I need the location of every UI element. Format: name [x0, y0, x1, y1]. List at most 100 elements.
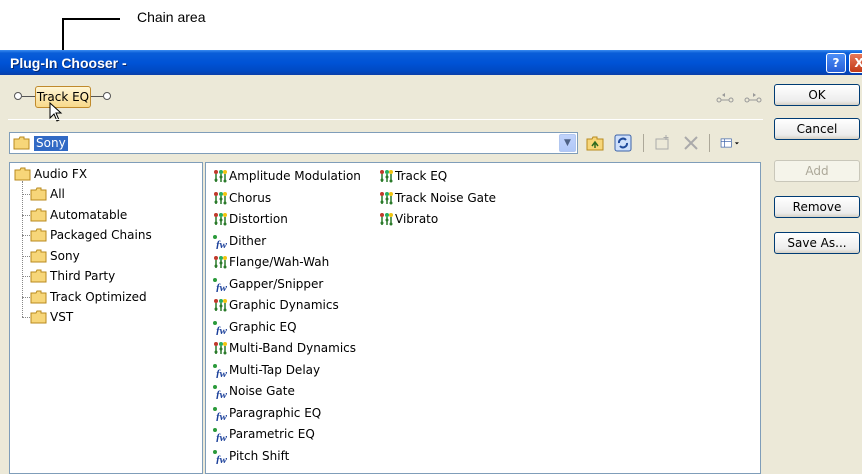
fx-plugin-icon: fw [212, 449, 228, 466]
plugin-name: Graphic Dynamics [229, 298, 339, 312]
tree-item-label: Third Party [50, 269, 116, 283]
folder-tree[interactable]: Audio FX All Automatable Packaged Chains… [9, 162, 203, 474]
plugin-name: Pitch Shift [229, 448, 290, 463]
fx-plugin-icon: fw [212, 234, 228, 251]
plugin-chooser-window: Plug-In Chooser - ? X Track EQ Sony ▼ OK… [0, 50, 862, 474]
plugin-name: Vibrato [395, 212, 439, 226]
folder-icon [30, 290, 47, 304]
sony-plugin-icon [212, 255, 228, 270]
chain-plugin-track-eq[interactable]: Track EQ [35, 86, 91, 108]
plugin-name: Noise Gate [229, 384, 295, 398]
plugin-name: Dither [229, 233, 267, 248]
remove-button[interactable]: Remove [774, 196, 860, 218]
fx-plugin-icon: fw [212, 320, 228, 337]
help-button[interactable]: ? [826, 53, 846, 73]
tree-item-label: Sony [50, 249, 80, 263]
tree-item-label: Automatable [50, 208, 128, 222]
chain-input-node-icon [14, 92, 22, 100]
fx-plugin-icon: fw [212, 384, 228, 401]
callout-leader-horizontal [62, 18, 120, 20]
close-button[interactable]: X [849, 53, 862, 73]
plugin-name: Parametric EQ [229, 427, 315, 441]
plugin-list[interactable]: Amplitude Modulation Chorus Distortion fw Di… [205, 162, 761, 474]
tree-item-automatable[interactable]: Automatable [30, 206, 200, 224]
chain-separator [8, 119, 763, 120]
chevron-down-icon[interactable]: ▼ [559, 134, 576, 152]
chain-wire [91, 96, 103, 97]
fx-plugin-icon: fw [212, 277, 228, 294]
add-button[interactable]: Add [774, 160, 860, 182]
plugin-name: Flange/Wah-Wah [229, 255, 330, 269]
tree-item-label: Track Optimized [50, 290, 147, 304]
chain-wire [22, 96, 35, 97]
svg-text:fw: fw [216, 389, 228, 399]
tree-guide-tick [22, 256, 30, 257]
folder-icon [30, 228, 47, 242]
tree-item-audio-fx[interactable]: Audio FX [14, 165, 194, 183]
sony-plugin-icon [212, 191, 228, 206]
tree-item-packaged-chains[interactable]: Packaged Chains [30, 226, 200, 244]
folder-icon [30, 310, 47, 324]
new-folder-icon[interactable] [652, 132, 674, 154]
tree-item-all[interactable]: All [30, 185, 200, 203]
refresh-icon[interactable] [612, 132, 634, 154]
tree-item-third-party[interactable]: Third Party [30, 267, 200, 285]
plugin-name: Distortion [229, 212, 288, 226]
plugin-name: Paragraphic EQ [229, 405, 322, 420]
toolbar-separator [643, 134, 644, 152]
tree-guide-tick [22, 276, 30, 277]
tree-guide-tick [22, 297, 30, 298]
tree-item-label: All [50, 187, 65, 201]
mouse-pointer-icon [49, 102, 63, 122]
tree-guide-tick [22, 215, 30, 216]
plugin-name: Multi-Tap Delay [229, 362, 321, 377]
plugin-name: Amplitude Modulation [229, 169, 361, 183]
sony-plugin-icon [378, 169, 394, 184]
up-one-level-icon[interactable] [584, 132, 606, 154]
delete-icon[interactable] [680, 132, 702, 154]
folder-open-icon [30, 249, 47, 263]
tree-item-label: VST [50, 310, 74, 324]
tree-guide-tick [22, 235, 30, 236]
sony-plugin-icon [212, 169, 228, 184]
svg-text:fw: fw [216, 239, 228, 249]
tree-item-sony[interactable]: Sony [30, 247, 200, 265]
svg-text:fw: fw [216, 411, 228, 421]
plugin-name: Gapper/Snipper [229, 276, 324, 291]
tree-guide-tick [22, 194, 30, 195]
tree-item-label: Packaged Chains [50, 228, 152, 242]
folder-icon [13, 136, 30, 150]
folder-path-combobox[interactable]: Sony ▼ [9, 132, 578, 154]
window-title: Plug-In Chooser - [10, 55, 127, 71]
move-plugin-right-icon[interactable] [744, 92, 762, 104]
plugin-name: Multi-Band Dynamics [229, 341, 357, 355]
sony-plugin-icon [212, 341, 228, 356]
svg-text:fw: fw [216, 282, 228, 292]
move-plugin-left-icon[interactable] [716, 92, 734, 104]
tree-guide-tick [22, 317, 30, 318]
sony-plugin-icon [378, 212, 394, 227]
save-as-button[interactable]: Save As... [774, 232, 860, 254]
title-bar[interactable]: Plug-In Chooser - ? X [0, 50, 862, 75]
svg-text:fw: fw [216, 454, 228, 464]
tree-item-vst[interactable]: VST [30, 308, 200, 326]
fx-plugin-icon: fw [212, 363, 228, 380]
plugin-name: Track EQ [395, 169, 448, 183]
folder-path-value: Sony [34, 136, 68, 151]
cancel-button[interactable]: Cancel [774, 118, 860, 140]
svg-text:fw: fw [216, 368, 228, 378]
sony-plugin-icon [212, 298, 228, 313]
tree-item-track-optimized[interactable]: Track Optimized [30, 288, 200, 306]
plugin-name: Track Noise Gate [395, 190, 497, 205]
ok-button[interactable]: OK [774, 84, 860, 106]
views-menu-icon[interactable] [719, 132, 741, 154]
svg-text:fw: fw [216, 325, 228, 335]
svg-text:fw: fw [216, 432, 228, 442]
folder-open-icon [14, 167, 31, 181]
chain-output-node-icon [103, 92, 111, 100]
folder-icon [30, 208, 47, 222]
sony-plugin-icon [378, 191, 394, 206]
sony-plugin-icon [212, 212, 228, 227]
tree-item-label: Audio FX [34, 167, 88, 181]
folder-icon [30, 187, 47, 201]
